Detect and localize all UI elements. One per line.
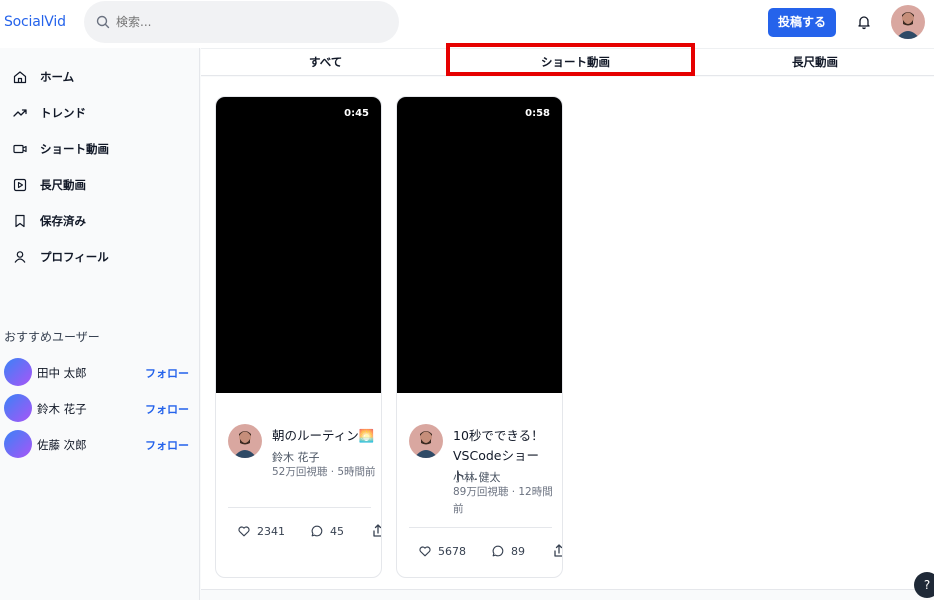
video-author[interactable]: 鈴木 花子 xyxy=(272,449,320,465)
sidebar-item-label: ショート動画 xyxy=(40,142,109,156)
recommended-user: 田中 太郎 フォロー xyxy=(0,358,200,386)
post-button[interactable]: 投稿する xyxy=(768,8,836,37)
sidebar-item-label: プロフィール xyxy=(40,250,109,264)
sidebar-item-home[interactable]: ホーム xyxy=(0,62,200,92)
comment-count: 89 xyxy=(511,545,525,558)
sidebar-item-label: ホーム xyxy=(40,70,75,84)
video-card[interactable]: 0:45 朝のルーティン🌅 鈴木 花子 52万回視聴 · 5時間前 2341 4… xyxy=(215,96,382,578)
video-card[interactable]: 0:58 10秒でできる！VSCodeショート… 小林 健太 89万回視聴 · … xyxy=(396,96,563,578)
follow-button[interactable]: フォロー xyxy=(145,401,189,417)
user-name[interactable]: 田中 太郎 xyxy=(37,365,87,381)
recommended-user: 佐藤 次郎 フォロー xyxy=(0,430,200,458)
recommended-user: 鈴木 花子 フォロー xyxy=(0,394,200,422)
app-logo[interactable]: SocialVid xyxy=(4,14,66,30)
sidebar-item-label: トレンド xyxy=(40,106,86,120)
sidebar-item-label: 保存済み xyxy=(40,214,86,228)
content-footer xyxy=(201,589,934,600)
bookmark-icon xyxy=(15,214,25,228)
video-meta: 89万回視聴 · 12時間前 xyxy=(453,486,553,515)
sidebar: ホーム トレンド ショート動画 長尺動画 保存済み プロフィール おすすめユーザ… xyxy=(0,48,200,600)
video-author[interactable]: 小林 健太 xyxy=(453,469,501,485)
like-count: 5678 xyxy=(438,545,466,558)
avatar[interactable] xyxy=(4,394,32,422)
user-icon xyxy=(14,251,26,263)
heart-icon xyxy=(238,526,250,537)
video-icon xyxy=(13,144,27,154)
avatar[interactable] xyxy=(228,424,262,458)
video-duration: 0:45 xyxy=(344,108,369,119)
comment-icon xyxy=(492,545,504,557)
user-avatar[interactable] xyxy=(891,5,925,39)
heart-icon xyxy=(419,546,431,557)
avatar[interactable] xyxy=(4,358,32,386)
like-count: 2341 xyxy=(257,525,285,538)
tab-all[interactable]: すべて xyxy=(309,54,342,70)
search-icon xyxy=(96,15,110,29)
follow-button[interactable]: フォロー xyxy=(145,365,189,381)
comment-button[interactable]: 89 xyxy=(491,544,541,560)
trending-icon xyxy=(13,109,27,117)
video-title[interactable]: 朝のルーティン🌅 xyxy=(272,426,376,446)
like-button[interactable]: 5678 xyxy=(418,544,478,560)
user-name[interactable]: 佐藤 次郎 xyxy=(37,437,87,453)
top-bar: SocialVid 投稿する xyxy=(0,0,934,48)
comment-button[interactable]: 45 xyxy=(310,524,360,540)
share-icon[interactable] xyxy=(553,543,563,559)
like-button[interactable]: 2341 xyxy=(237,524,297,540)
video-thumbnail[interactable]: 0:58 xyxy=(397,97,562,393)
share-icon[interactable] xyxy=(372,523,382,539)
search-bar[interactable] xyxy=(84,1,399,43)
play-square-icon xyxy=(13,178,27,192)
help-button[interactable]: ? xyxy=(914,572,934,598)
comment-icon xyxy=(311,525,323,537)
highlight-box xyxy=(446,43,695,76)
sidebar-item-long-videos[interactable]: 長尺動画 xyxy=(0,170,200,200)
user-name[interactable]: 鈴木 花子 xyxy=(37,401,87,417)
recommended-users-title: おすすめユーザー xyxy=(4,330,100,344)
tab-long-videos[interactable]: 長尺動画 xyxy=(792,54,838,70)
sidebar-item-profile[interactable]: プロフィール xyxy=(0,242,200,272)
video-duration: 0:58 xyxy=(525,108,550,119)
sidebar-item-saved[interactable]: 保存済み xyxy=(0,206,200,236)
sidebar-item-trend[interactable]: トレンド xyxy=(0,98,200,128)
video-thumbnail[interactable]: 0:45 xyxy=(216,97,381,393)
divider xyxy=(228,507,371,508)
search-input[interactable] xyxy=(116,12,376,32)
sidebar-item-label: 長尺動画 xyxy=(40,178,86,192)
home-icon xyxy=(13,71,27,84)
comment-count: 45 xyxy=(330,525,344,538)
bell-icon[interactable] xyxy=(856,14,872,30)
avatar[interactable] xyxy=(4,430,32,458)
follow-button[interactable]: フォロー xyxy=(145,437,189,453)
divider xyxy=(409,527,552,528)
sidebar-item-shorts[interactable]: ショート動画 xyxy=(0,134,200,164)
video-meta: 52万回視聴 · 5時間前 xyxy=(272,466,376,478)
avatar[interactable] xyxy=(409,424,443,458)
